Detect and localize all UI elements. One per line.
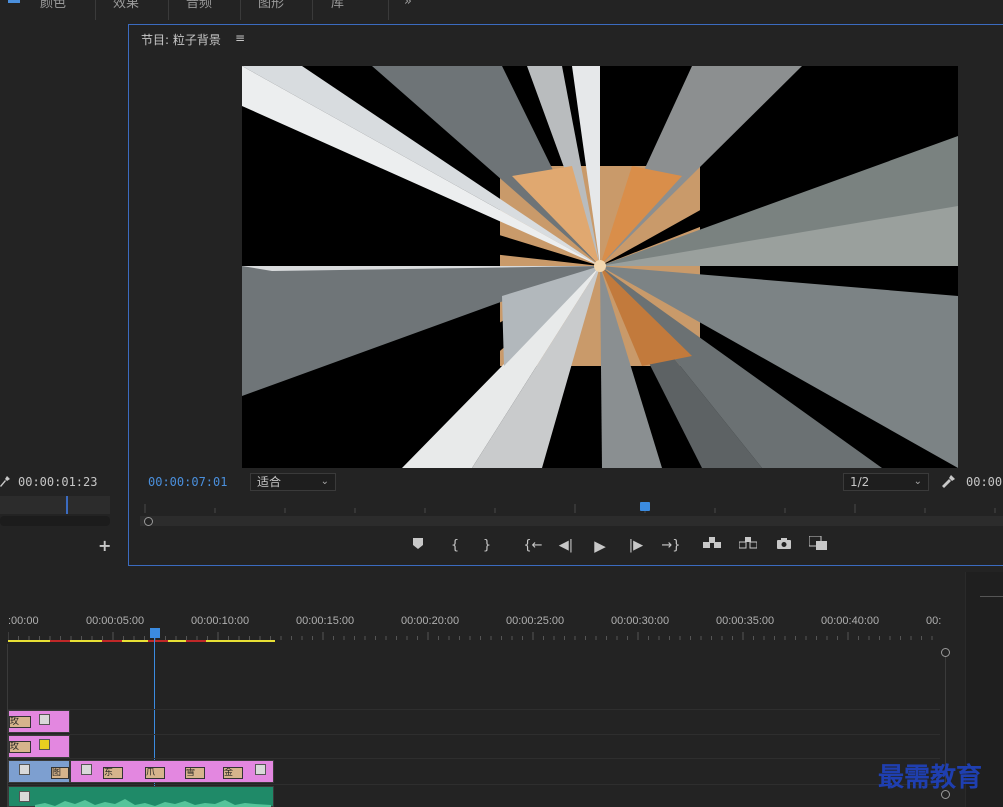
program-video-frame[interactable] bbox=[242, 66, 958, 468]
step-forward-button[interactable]: |▶ bbox=[626, 536, 646, 556]
source-scrubber[interactable] bbox=[0, 496, 110, 514]
tab-audio[interactable]: 音频 bbox=[186, 0, 212, 11]
ruler-label: :00:00 bbox=[8, 615, 39, 627]
fx-badge-icon bbox=[19, 764, 30, 775]
program-zoom-scroll[interactable] bbox=[140, 516, 1003, 526]
render-red-segment bbox=[148, 640, 168, 642]
ruler-label: 00: bbox=[926, 615, 942, 627]
tab-color[interactable]: 颜色 bbox=[40, 0, 66, 11]
tab-effects[interactable]: 效果 bbox=[113, 0, 139, 11]
track-divider bbox=[8, 734, 940, 735]
fx-badge-icon bbox=[255, 764, 266, 775]
resolution-value: 1/2 bbox=[850, 475, 870, 489]
tab-divider bbox=[240, 0, 241, 20]
clip-a1-audio[interactable] bbox=[8, 786, 274, 807]
clip-name: 玫 bbox=[9, 716, 31, 728]
chevron-down-icon: ⌄ bbox=[320, 476, 329, 487]
ruler-label: 00:00:35:00 bbox=[716, 615, 775, 627]
source-zoom-bar[interactable] bbox=[0, 516, 110, 526]
watermark-text: 最需教育 bbox=[878, 763, 983, 793]
source-playhead[interactable] bbox=[66, 496, 68, 514]
fit-zoom-select[interactable]: 适合 ⌄ bbox=[250, 473, 336, 491]
tab-graphics[interactable]: 图形 bbox=[258, 0, 284, 11]
clip-name: 图 bbox=[51, 767, 69, 779]
tab-divider bbox=[312, 0, 313, 20]
clip-name: 玫 bbox=[9, 741, 31, 753]
clip-name: 东 bbox=[103, 767, 123, 779]
clip-v1-blue[interactable]: 图 bbox=[8, 760, 70, 783]
add-button[interactable]: + bbox=[98, 536, 111, 555]
active-tab-indicator bbox=[8, 0, 20, 3]
resolution-select[interactable]: 1/2 ⌄ bbox=[843, 473, 929, 491]
clip-name: 雪 bbox=[185, 767, 205, 779]
clip-v1-pink[interactable]: 东 爪 雪 金 bbox=[70, 760, 274, 783]
chevron-down-icon: ⌄ bbox=[913, 476, 922, 487]
render-red-segment bbox=[102, 640, 122, 642]
tab-libraries[interactable]: 库 bbox=[331, 0, 344, 11]
lift-button[interactable] bbox=[702, 536, 722, 556]
render-red-segment bbox=[186, 640, 206, 642]
go-to-out-button[interactable]: →} bbox=[658, 536, 684, 556]
export-frame-camera-icon[interactable] bbox=[774, 536, 794, 556]
tab-divider bbox=[95, 0, 96, 20]
timeline-playhead-handle[interactable] bbox=[150, 628, 160, 638]
fx-badge-icon bbox=[81, 764, 92, 775]
wrench-icon[interactable] bbox=[0, 476, 10, 492]
mark-out-button[interactable]: } bbox=[477, 536, 497, 556]
source-monitor-panel: 00:00:01:23 + bbox=[0, 24, 124, 566]
clip-v3[interactable]: 玫 bbox=[8, 710, 70, 733]
clip-name: 爪 bbox=[145, 767, 165, 779]
mark-in-button[interactable]: { bbox=[445, 536, 465, 556]
program-playhead-marker[interactable] bbox=[640, 502, 650, 511]
overflow-icon[interactable]: » bbox=[404, 0, 412, 9]
meter-header bbox=[980, 596, 1003, 606]
timeline-ruler-ticks[interactable] bbox=[8, 632, 940, 644]
ruler-label: 00:00:15:00 bbox=[296, 615, 355, 627]
source-timecode[interactable]: 00:00:01:23 bbox=[18, 475, 97, 489]
fx-badge-icon bbox=[39, 739, 50, 750]
track-divider bbox=[8, 784, 940, 785]
ruler-label: 00:00:05:00 bbox=[86, 615, 145, 627]
program-playhead-timecode[interactable]: 00:00:07:01 bbox=[148, 475, 227, 489]
tab-divider bbox=[388, 0, 389, 20]
kaleidoscope-video-image bbox=[242, 66, 958, 468]
play-button[interactable]: ▶ bbox=[590, 536, 610, 556]
track-divider bbox=[8, 758, 940, 759]
render-red-segment bbox=[50, 640, 70, 642]
ruler-label: 00:00:25:00 bbox=[506, 615, 565, 627]
panel-menu-icon[interactable]: ≡ bbox=[235, 31, 245, 45]
work-area-bar[interactable] bbox=[8, 640, 275, 642]
settings-wrench-icon[interactable] bbox=[942, 474, 955, 493]
fx-badge-icon bbox=[39, 714, 50, 725]
extract-button[interactable] bbox=[738, 536, 758, 556]
clip-name: 金 bbox=[223, 767, 243, 779]
panel-tab-bar: 颜色 效果 音频 图形 库 » bbox=[0, 0, 1003, 20]
button-editor-icon[interactable] bbox=[808, 535, 828, 556]
go-to-in-button[interactable]: {← bbox=[520, 536, 546, 556]
audio-waveform bbox=[35, 799, 271, 807]
vertical-zoom-handle[interactable] bbox=[941, 648, 950, 657]
duration-timecode: 00:00 bbox=[966, 475, 1003, 489]
ruler-label: 00:00:40:00 bbox=[821, 615, 880, 627]
step-back-button[interactable]: ◀| bbox=[556, 536, 576, 556]
fit-zoom-value: 适合 bbox=[257, 475, 282, 489]
program-time-ruler[interactable] bbox=[140, 499, 1003, 515]
ruler-ticks bbox=[144, 504, 996, 513]
track-divider bbox=[8, 709, 940, 710]
ruler-label: 00:00:10:00 bbox=[191, 615, 250, 627]
tab-divider bbox=[168, 0, 169, 20]
program-title[interactable]: 节目: 粒子背景 bbox=[141, 31, 221, 48]
add-marker-button[interactable] bbox=[408, 536, 428, 556]
ruler-label: 00:00:20:00 bbox=[401, 615, 460, 627]
clip-v2[interactable]: 玫 bbox=[8, 735, 70, 758]
ruler-label: 00:00:30:00 bbox=[611, 615, 670, 627]
zoom-handle[interactable] bbox=[144, 517, 153, 526]
fx-badge-icon bbox=[19, 791, 30, 802]
